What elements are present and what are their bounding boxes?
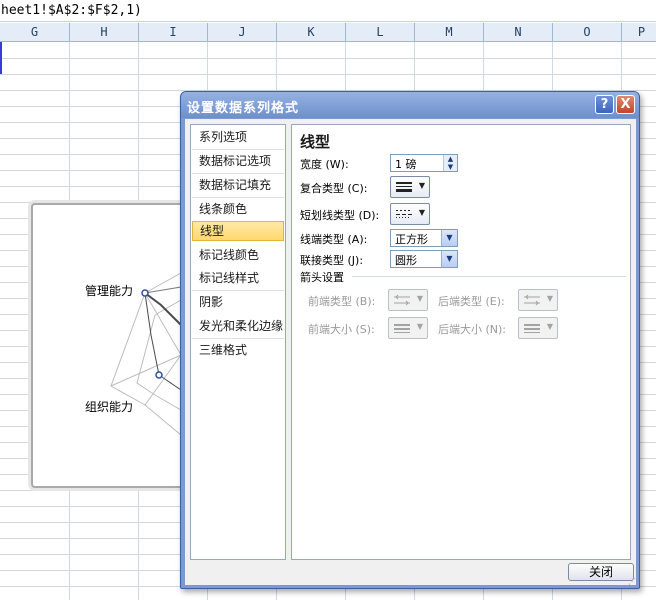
nav-item-line-style[interactable]: 线型 [192, 221, 284, 241]
compound-type-dropdown[interactable]: ▼ [390, 176, 430, 198]
panel-title: 线型 [300, 133, 331, 151]
begin-type-dropdown[interactable]: ▼ [388, 289, 428, 311]
dash-type-dropdown[interactable]: ▼ [390, 203, 430, 225]
nav-item-series-options[interactable]: 系列选项 [192, 127, 284, 147]
dashed-lines-icon [396, 210, 412, 218]
chart-axis-label: 组织能力 [85, 400, 134, 414]
radar-chart[interactable]: 管理能力 组织能力 [31, 203, 191, 488]
format-data-series-dialog[interactable]: 设置数据系列格式 ? X 系列选项 数据标记选项 数据标记填充 线条颜色 线型 … [180, 91, 640, 589]
arrow-settings-heading: 箭头设置 [300, 271, 344, 284]
chevron-down-icon: ▼ [546, 294, 553, 303]
nav-item-marker-fill[interactable]: 数据标记填充 [192, 175, 284, 195]
cap-type-select[interactable]: 正方形 ▼ [390, 229, 458, 247]
compound-type-label: 复合类型 (C): [300, 182, 368, 195]
dialog-body: 系列选项 数据标记选项 数据标记填充 线条颜色 线型 标记线颜色 标记线样式 阴… [185, 119, 636, 586]
line-style-panel: 线型 宽度 (W): 1 磅 ▲ ▼ 复合类型 (C): ▼ 短划线类型 (D): [291, 124, 631, 560]
nav-item-line-color[interactable]: 线条颜色 [192, 199, 284, 219]
chart-axis-label: 管理能力 [85, 284, 134, 298]
close-icon[interactable]: X [616, 95, 635, 114]
formula-bar[interactable]: heet1!$A$2:$F$2,1) [0, 0, 656, 22]
cap-type-value: 正方形 [395, 233, 428, 246]
resize-grip-icon[interactable]: ⋰ [628, 577, 636, 586]
end-type-label: 后端类型 (E): [438, 295, 505, 308]
arrow-type-icon [524, 294, 540, 306]
end-size-label: 后端大小 (N): [438, 323, 507, 336]
compound-lines-icon [396, 182, 412, 192]
nav-item-marker-line-color[interactable]: 标记线颜色 [192, 245, 284, 265]
column-header[interactable]: O [553, 23, 622, 42]
column-header[interactable]: J [208, 23, 277, 42]
nav-item-3d-format[interactable]: 三维格式 [192, 340, 284, 360]
begin-size-label: 前端大小 (S): [308, 323, 375, 336]
column-header[interactable]: K [277, 23, 346, 42]
join-type-label: 联接类型 (J): [300, 254, 364, 267]
nav-item-marker-line-style[interactable]: 标记线样式 [192, 268, 284, 288]
chevron-down-icon: ▼ [418, 208, 425, 217]
column-header[interactable]: L [346, 23, 415, 42]
nav-item-glow-soft-edges[interactable]: 发光和柔化边缘 [192, 316, 284, 336]
column-header[interactable]: H [70, 23, 139, 42]
width-value: 1 磅 [395, 158, 417, 171]
column-header[interactable]: I [139, 23, 208, 42]
chevron-down-icon: ▼ [418, 181, 425, 190]
close-button[interactable]: 关闭 [568, 563, 634, 581]
nav-item-shadow[interactable]: 阴影 [192, 292, 284, 312]
category-list: 系列选项 数据标记选项 数据标记填充 线条颜色 线型 标记线颜色 标记线样式 阴… [190, 124, 286, 560]
section-divider [352, 276, 626, 277]
column-headers: G H I J K L M N O P [0, 23, 656, 42]
arrow-size-icon [394, 324, 410, 333]
help-button[interactable]: ? [595, 95, 614, 114]
column-header[interactable]: G [0, 23, 70, 42]
dash-type-label: 短划线类型 (D): [300, 209, 380, 222]
begin-size-dropdown[interactable]: ▼ [388, 317, 428, 339]
selection-marker [0, 42, 2, 74]
width-label: 宽度 (W): [300, 158, 349, 171]
chevron-down-icon: ▼ [416, 322, 423, 331]
nav-item-marker-options[interactable]: 数据标记选项 [192, 151, 284, 171]
end-type-dropdown[interactable]: ▼ [518, 289, 558, 311]
spinner-arrows-icon[interactable]: ▲ ▼ [443, 155, 457, 171]
join-type-value: 圆形 [395, 254, 417, 267]
width-spinner[interactable]: 1 磅 ▲ ▼ [390, 154, 458, 172]
radar-chart-plot [110, 272, 182, 437]
column-header[interactable]: M [415, 23, 484, 42]
dialog-title: 设置数据系列格式 [187, 101, 300, 116]
column-header[interactable]: P [622, 23, 656, 42]
cap-type-label: 线端类型 (A): [300, 233, 368, 246]
join-type-select[interactable]: 圆形 ▼ [390, 250, 458, 268]
end-size-dropdown[interactable]: ▼ [518, 317, 558, 339]
column-header[interactable]: N [484, 23, 553, 42]
chevron-down-icon: ▼ [416, 294, 423, 303]
chevron-down-icon[interactable]: ▼ [441, 230, 457, 246]
arrow-type-icon [394, 294, 410, 306]
chevron-down-icon[interactable]: ▼ [441, 251, 457, 267]
dialog-titlebar[interactable]: 设置数据系列格式 ? X [181, 92, 639, 118]
begin-type-label: 前端类型 (B): [308, 295, 376, 308]
chevron-down-icon: ▼ [546, 322, 553, 331]
arrow-size-icon [524, 324, 540, 333]
